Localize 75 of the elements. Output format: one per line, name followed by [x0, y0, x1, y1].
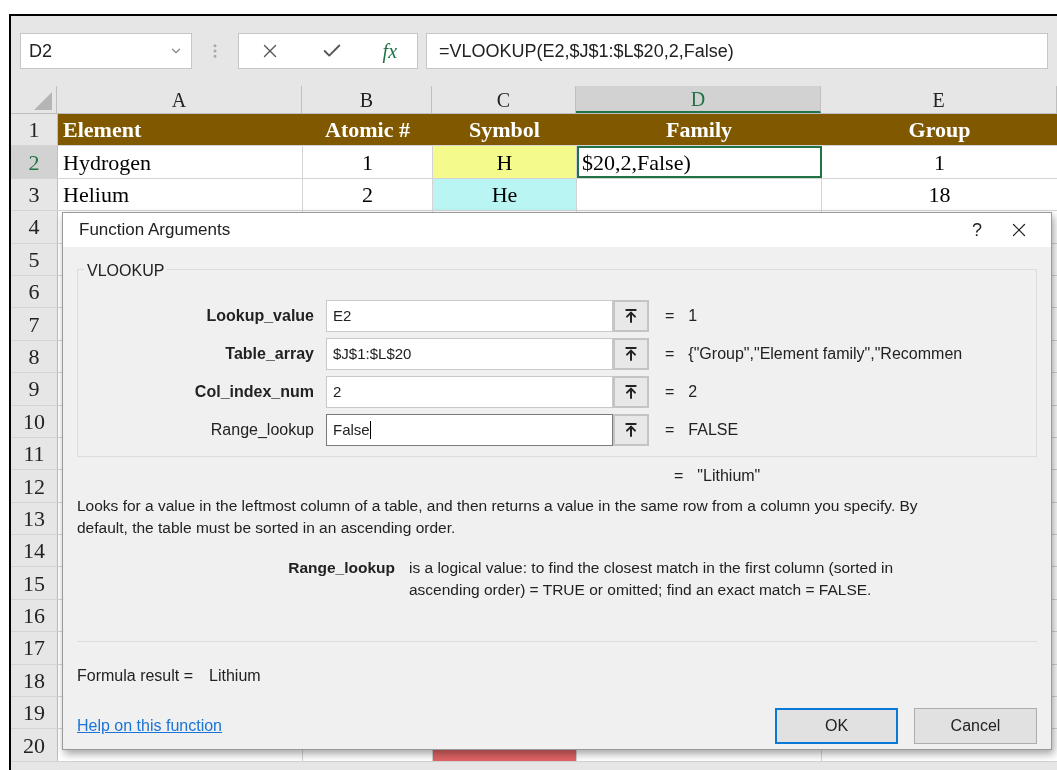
header-cell: Symbol	[433, 114, 577, 146]
row-header[interactable]: 1	[11, 114, 58, 146]
collapse-dialog-button[interactable]	[613, 338, 649, 370]
argument-label: Range_lookup	[209, 420, 315, 440]
equals-sign: =	[674, 466, 684, 486]
argument-field[interactable]: False	[326, 414, 613, 446]
row-header[interactable]: 17	[11, 632, 58, 664]
dialog-button[interactable]: Cancel	[914, 708, 1037, 744]
row-header[interactable]: 11	[11, 437, 58, 470]
argument-name: Range_lookup	[287, 558, 396, 578]
arrow-up-icon	[623, 346, 639, 362]
row-header[interactable]: 14	[11, 535, 58, 567]
equals-sign: =	[665, 382, 675, 402]
header-cell: Family	[577, 114, 822, 146]
row-header[interactable]: 20	[11, 729, 58, 761]
row-header[interactable]: 13	[11, 502, 58, 535]
argument-label: Table_array	[224, 344, 315, 364]
table-cell: Hydrogen	[58, 146, 303, 178]
row-header[interactable]: 2	[11, 146, 58, 178]
argument-field[interactable]: 2	[326, 376, 613, 408]
dialog-title: Function Arguments	[79, 219, 232, 242]
equals-sign: =	[665, 306, 675, 326]
formula-field[interactable]: =VLOOKUP(E2,$J$1:$L$20,2,False)	[426, 33, 1048, 69]
help-link[interactable]: Help on this function	[77, 714, 759, 738]
argument-description: is a logical value: to find the closest match in the first column (sorted in ascending order) = TRUE or omitted; find an exact match = FALSE.	[409, 558, 895, 600]
collapse-dialog-button[interactable]	[613, 300, 649, 332]
row-header[interactable]: 6	[11, 275, 58, 308]
argument-result: 2	[688, 382, 698, 402]
equals-sign: =	[665, 344, 675, 364]
equals-sign: =	[665, 420, 675, 440]
table-cell: Helium	[58, 178, 303, 211]
collapse-dialog-button[interactable]	[613, 414, 649, 446]
table-cell: 18	[822, 178, 1057, 211]
argument-result: FALSE	[688, 420, 739, 440]
name-box[interactable]: D2	[20, 33, 192, 69]
argument-field[interactable]: $J$1:$L$20	[326, 338, 613, 370]
collapse-dialog-button[interactable]	[613, 376, 649, 408]
header-cell: Element	[58, 114, 303, 146]
column-header[interactable]: A	[57, 86, 302, 113]
row-header[interactable]: 12	[11, 470, 58, 502]
row-header[interactable]: 16	[11, 599, 58, 632]
insert-function-button[interactable]: fx	[382, 36, 398, 66]
argument-result: {"Group","Element family","Recommen	[688, 344, 963, 364]
table-cell: $20,2,False)	[577, 146, 822, 178]
row-header[interactable]: 3	[11, 178, 58, 211]
column-header[interactable]: E	[821, 86, 1057, 113]
table-cell: He	[433, 178, 577, 211]
help-button[interactable]: ?	[957, 216, 997, 244]
row-header[interactable]: 5	[11, 243, 58, 275]
header-cell: Atomic #	[303, 114, 433, 146]
row-header[interactable]: 15	[11, 567, 58, 599]
row-header[interactable]: 7	[11, 308, 58, 340]
arrow-up-icon	[623, 422, 639, 438]
formula-result-value: Lithium	[209, 666, 261, 686]
argument-label: Lookup_value	[205, 306, 315, 326]
row-header[interactable]: 18	[11, 664, 58, 697]
argument-field[interactable]: E2	[326, 300, 613, 332]
table-cell: H	[433, 146, 577, 178]
overall-result: "Lithium"	[697, 466, 761, 486]
row-header[interactable]: 8	[11, 340, 58, 373]
dialog-button[interactable]: OK	[775, 708, 898, 744]
argument-label: Col_index_num	[193, 382, 315, 402]
column-header[interactable]: D	[576, 86, 821, 113]
row-header[interactable]: 10	[11, 405, 58, 437]
header-cell: Group	[822, 114, 1057, 146]
function-description: Looks for a value in the leftmost column of a table, and then returns a value in the same row from a column you specify. By default, the table must be sorted in an ascending order.	[77, 496, 919, 538]
row-header[interactable]: 19	[11, 697, 58, 729]
column-header[interactable]: B	[302, 86, 432, 113]
formula-result-label: Formula result =	[77, 666, 194, 686]
row-header[interactable]: 9	[11, 373, 58, 405]
argument-result: 1	[688, 306, 698, 326]
table-cell: 1	[822, 146, 1057, 178]
arrow-up-icon	[623, 384, 639, 400]
row-header[interactable]: 4	[11, 211, 58, 243]
arrow-up-icon	[623, 308, 639, 324]
